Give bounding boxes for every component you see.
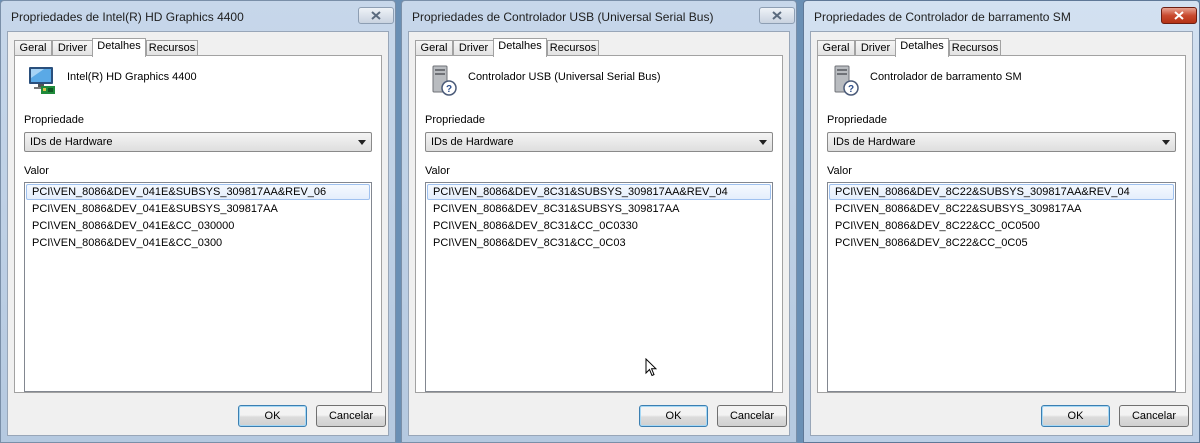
tab-recursos[interactable]: Recursos	[547, 40, 599, 56]
property-dropdown[interactable]: IDs de Hardware	[24, 132, 372, 152]
properties-dialog-usb: Propriedades de Controlador USB (Univers…	[401, 0, 797, 443]
property-dropdown[interactable]: IDs de Hardware	[827, 132, 1176, 152]
device-name: Intel(R) HD Graphics 4400	[67, 71, 197, 83]
value-list-item[interactable]: PCI\VEN_8086&DEV_041E&CC_030000	[26, 218, 370, 234]
property-dropdown[interactable]: IDs de Hardware	[425, 132, 773, 152]
value-label: Valor	[425, 165, 450, 177]
dropdown-arrow-icon	[759, 140, 767, 145]
title-bar[interactable]: Propriedades de Controlador de barrament…	[804, 1, 1199, 31]
value-list[interactable]: PCI\VEN_8086&DEV_8C31&SUBSYS_309817AA&RE…	[425, 182, 773, 392]
details-panel: ? Controlador USB (Universal Serial Bus)…	[415, 55, 783, 393]
property-label: Propriedade	[827, 114, 887, 126]
property-selected-value: IDs de Hardware	[431, 136, 514, 148]
tab-detalhes[interactable]: Detalhes	[493, 38, 547, 57]
cancel-button[interactable]: Cancelar	[316, 405, 386, 427]
unknown-device-icon: ?	[432, 65, 457, 96]
tab-geral[interactable]: Geral	[415, 40, 453, 56]
close-icon	[772, 11, 782, 20]
property-label: Propriedade	[425, 114, 485, 126]
device-name: Controlador de barramento SM	[870, 71, 1022, 83]
tab-detalhes[interactable]: Detalhes	[92, 38, 146, 57]
cancel-button[interactable]: Cancelar	[717, 405, 787, 427]
window-title: Propriedades de Controlador de barrament…	[814, 10, 1071, 24]
window-title: Propriedades de Intel(R) HD Graphics 440…	[11, 10, 244, 24]
value-list-item[interactable]: PCI\VEN_8086&DEV_8C22&CC_0C05	[829, 235, 1174, 251]
value-list-item[interactable]: PCI\VEN_8086&DEV_8C22&CC_0C0500	[829, 218, 1174, 234]
title-bar[interactable]: Propriedades de Controlador USB (Univers…	[402, 1, 796, 31]
close-button[interactable]	[1161, 7, 1197, 24]
close-icon	[1174, 11, 1184, 20]
tab-geral[interactable]: Geral	[14, 40, 52, 56]
value-list[interactable]: PCI\VEN_8086&DEV_041E&SUBSYS_309817AA&RE…	[24, 182, 372, 392]
tab-detalhes[interactable]: Detalhes	[895, 38, 949, 57]
dropdown-arrow-icon	[1162, 140, 1170, 145]
tab-driver[interactable]: Driver	[453, 40, 494, 56]
display-adapter-icon	[29, 67, 55, 94]
ok-button[interactable]: OK	[238, 405, 307, 427]
value-list-item[interactable]: PCI\VEN_8086&DEV_8C22&SUBSYS_309817AA	[829, 201, 1174, 217]
tab-driver[interactable]: Driver	[52, 40, 93, 56]
window-title: Propriedades de Controlador USB (Univers…	[412, 10, 714, 24]
value-list-item[interactable]: PCI\VEN_8086&DEV_8C31&CC_0C0330	[427, 218, 771, 234]
close-icon	[371, 11, 381, 20]
dialog-body: Geral Driver Detalhes Recursos Intel(R) …	[7, 31, 389, 436]
property-selected-value: IDs de Hardware	[833, 136, 916, 148]
svg-text:?: ?	[848, 84, 854, 95]
close-button[interactable]	[759, 7, 795, 24]
value-label: Valor	[24, 165, 49, 177]
value-list-item[interactable]: PCI\VEN_8086&DEV_8C31&SUBSYS_309817AA&RE…	[427, 184, 771, 200]
property-selected-value: IDs de Hardware	[30, 136, 113, 148]
tab-recursos[interactable]: Recursos	[146, 40, 198, 56]
dialog-body: Geral Driver Detalhes Recursos ? Control…	[408, 31, 790, 436]
dropdown-arrow-icon	[358, 140, 366, 145]
svg-text:?: ?	[446, 84, 452, 95]
ok-button[interactable]: OK	[639, 405, 708, 427]
dialog-body: Geral Driver Detalhes Recursos ? Control…	[810, 31, 1193, 436]
tab-geral[interactable]: Geral	[817, 40, 855, 56]
tab-driver[interactable]: Driver	[855, 40, 896, 56]
mouse-cursor-icon	[645, 358, 657, 377]
unknown-device-icon: ?	[834, 65, 859, 96]
value-list[interactable]: PCI\VEN_8086&DEV_8C22&SUBSYS_309817AA&RE…	[827, 182, 1176, 392]
value-list-item[interactable]: PCI\VEN_8086&DEV_8C31&CC_0C03	[427, 235, 771, 251]
property-label: Propriedade	[24, 114, 84, 126]
close-button[interactable]	[358, 7, 394, 24]
details-panel: ? Controlador de barramento SM Proprieda…	[817, 55, 1186, 393]
value-list-item[interactable]: PCI\VEN_8086&DEV_8C22&SUBSYS_309817AA&RE…	[829, 184, 1174, 200]
title-bar[interactable]: Propriedades de Intel(R) HD Graphics 440…	[1, 1, 395, 31]
properties-dialog-smbus: Propriedades de Controlador de barrament…	[803, 0, 1200, 443]
cancel-button[interactable]: Cancelar	[1119, 405, 1189, 427]
details-panel: Intel(R) HD Graphics 4400 Propriedade ID…	[14, 55, 382, 393]
device-name: Controlador USB (Universal Serial Bus)	[468, 71, 661, 83]
ok-button[interactable]: OK	[1041, 405, 1110, 427]
value-label: Valor	[827, 165, 852, 177]
value-list-item[interactable]: PCI\VEN_8086&DEV_8C31&SUBSYS_309817AA	[427, 201, 771, 217]
tab-recursos[interactable]: Recursos	[949, 40, 1001, 56]
value-list-item[interactable]: PCI\VEN_8086&DEV_041E&SUBSYS_309817AA&RE…	[26, 184, 370, 200]
value-list-item[interactable]: PCI\VEN_8086&DEV_041E&CC_0300	[26, 235, 370, 251]
value-list-item[interactable]: PCI\VEN_8086&DEV_041E&SUBSYS_309817AA	[26, 201, 370, 217]
properties-dialog-graphics: Propriedades de Intel(R) HD Graphics 440…	[0, 0, 396, 443]
